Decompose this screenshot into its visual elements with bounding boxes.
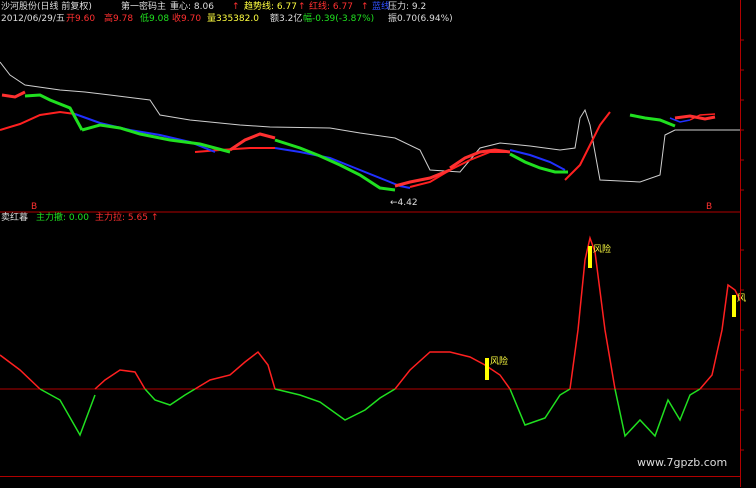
oscillator-green-3 [274, 388, 396, 421]
oscillator-red-3 [194, 350, 276, 390]
left-b-marker: B [31, 202, 38, 212]
risk-label: 风险 [593, 245, 612, 255]
qushixian-value: 趋势线: 6.77 [244, 2, 297, 12]
oscillator-red-5 [569, 235, 616, 390]
chart-canvas [0, 39, 744, 451]
red-trend-line [0, 110, 76, 131]
stock-title: 沙河股份(日线 前复权) [1, 2, 92, 12]
amplitude-value: 振0.70(6.94%) [388, 14, 453, 24]
oscillator-green-4 [509, 388, 571, 426]
change-value: 幅-0.39(-3.87%) [303, 14, 375, 24]
risk-bar [732, 295, 736, 317]
indicator-name: 第一密码主 [121, 2, 167, 12]
oscillator-red [0, 354, 41, 390]
open-value: 开9.60 [66, 14, 96, 24]
oscillator-red-2 [94, 369, 146, 390]
oscillator-green [39, 388, 96, 437]
low-price-annotation: ←4.42 [390, 198, 418, 208]
zhongxin-arrow: ↑ [232, 2, 240, 12]
right-b-marker: B [706, 202, 713, 212]
risk-bar [485, 358, 489, 380]
blue-trend-line [74, 113, 216, 153]
risk-bar [588, 246, 592, 268]
price-axis [740, 0, 756, 487]
blue-trend-line-2 [274, 147, 411, 189]
oscillator-green-2 [144, 388, 196, 406]
qushixian-arrow: ↑ [298, 2, 306, 12]
pressure-line [0, 61, 740, 183]
hongxian-value: 红线: 6.77 [309, 2, 353, 12]
watermark: www.7gpzb.com [637, 456, 728, 469]
zhuli-la-arrow: ↑ [151, 213, 159, 223]
close-value: 收9.70 [172, 14, 202, 24]
candles [1, 90, 716, 192]
sub-indicator-name: 卖红暮 [1, 213, 29, 223]
zhuli-la-value: 主力拉: 5.65 [95, 213, 148, 223]
high-value: 高9.78 [104, 14, 134, 24]
red-trend-line-3 [409, 151, 510, 188]
bar-date: 2012/06/29/五 [1, 14, 65, 24]
risk-label: 风险 [490, 357, 509, 367]
hongxian-arrow: ↑ [361, 2, 369, 12]
oscillator-green-5 [614, 388, 701, 438]
volume-value: 量335382.0 [207, 14, 259, 24]
red-trend-line-4 [564, 111, 611, 181]
low-value: 低9.08 [140, 14, 170, 24]
zhuli-che-value: 主力撤: 0.00 [36, 213, 89, 223]
zhongxin-value: 重心: 8.06 [170, 2, 214, 12]
time-axis [0, 476, 740, 488]
amount-value: 额3.2亿 [270, 14, 303, 24]
yali-value: 压力: 9.2 [388, 2, 427, 12]
